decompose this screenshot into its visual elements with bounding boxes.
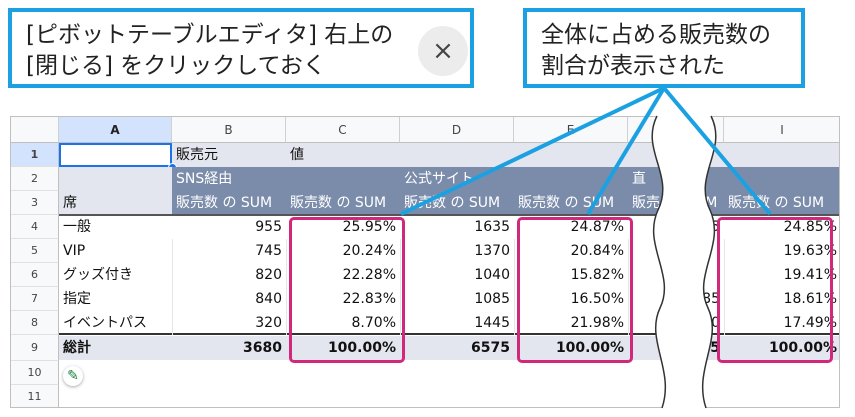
spreadsheet-grid: A B C D E I 1 2 3 4 5 6 7 8 9 10 11 販売元 … bbox=[10, 116, 840, 408]
value-header: 販売数 の SUM bbox=[404, 195, 501, 211]
instruction-callout-close-editor: [ピボットテーブルエディタ] 右上の [閉じる] をクリックしておく × bbox=[8, 8, 474, 88]
value-cell[interactable]: 320 bbox=[172, 311, 286, 335]
result-callout: 全体に占める販売数の 割合が表示された bbox=[523, 8, 805, 88]
pivot-values-label: 値 bbox=[290, 147, 304, 163]
value-cell[interactable]: 840 bbox=[172, 287, 286, 311]
group-header: SNS経由 bbox=[176, 171, 233, 187]
value-header: 販売 bbox=[632, 195, 660, 211]
total-label: 総計 bbox=[63, 340, 91, 356]
value-header: 販売数 の SUM bbox=[728, 195, 825, 211]
row-label-cell[interactable]: 指定 bbox=[59, 287, 172, 311]
column-header-c[interactable]: C bbox=[286, 117, 400, 143]
value-header: UM bbox=[695, 195, 718, 211]
select-all-corner[interactable] bbox=[11, 117, 59, 143]
column-header-b[interactable]: B bbox=[172, 117, 286, 143]
column-header-d[interactable]: D bbox=[400, 117, 514, 143]
value-cell[interactable]: 745 bbox=[172, 239, 286, 263]
value-cell[interactable]: 820 bbox=[172, 263, 286, 287]
row-header[interactable]: 1 bbox=[11, 143, 59, 167]
row-header[interactable]: 10 bbox=[11, 361, 59, 385]
row-label-cell[interactable]: イベントパス bbox=[59, 311, 172, 335]
pencil-icon: ✎ bbox=[67, 368, 79, 384]
value-cell[interactable]: 1040 bbox=[400, 263, 514, 287]
value-cell[interactable]: 955 bbox=[172, 215, 286, 239]
callout-line: 全体に占める販売数の bbox=[541, 22, 771, 48]
group-header: 直 bbox=[632, 171, 646, 187]
row-header[interactable]: 8 bbox=[11, 311, 59, 335]
value-header: 販売数 の SUM bbox=[176, 195, 273, 211]
pivot-column-label: 販売元 bbox=[176, 147, 218, 163]
value-cell[interactable]: 1370 bbox=[400, 239, 514, 263]
row-header[interactable]: 7 bbox=[11, 287, 59, 311]
total-value: 6575 bbox=[471, 340, 510, 356]
value-cell[interactable]: 1445 bbox=[400, 311, 514, 335]
row-header[interactable]: 9 bbox=[11, 335, 59, 361]
row-label-cell[interactable]: グッズ付き bbox=[59, 263, 172, 287]
row-header[interactable]: 5 bbox=[11, 239, 59, 263]
value-cell[interactable]: 1635 bbox=[400, 215, 514, 239]
highlight-box-c bbox=[289, 217, 405, 363]
row-label-cell[interactable]: 一般 bbox=[59, 215, 172, 239]
callout-line: [ピボットテーブルエディタ] 右上の bbox=[26, 22, 394, 48]
highlight-box-i bbox=[717, 217, 833, 363]
row-header[interactable]: 3 bbox=[11, 191, 59, 215]
column-header-i[interactable]: I bbox=[724, 117, 839, 143]
value-header: 販売数 の SUM bbox=[518, 195, 615, 211]
group-header: 公式サイト bbox=[404, 171, 474, 187]
highlight-box-e bbox=[517, 217, 633, 363]
callout-line: [閉じる] をクリックしておく bbox=[26, 53, 326, 79]
row-field-label: 席 bbox=[63, 195, 77, 211]
value-header: 販売数 の SUM bbox=[290, 195, 387, 211]
column-header-h[interactable] bbox=[628, 117, 724, 143]
pivot-edit-button[interactable]: ✎ bbox=[63, 366, 83, 386]
selected-cell-a1[interactable] bbox=[59, 143, 172, 167]
row-header[interactable]: 2 bbox=[11, 167, 59, 191]
column-header-e[interactable]: E bbox=[514, 117, 628, 143]
total-value: 3680 bbox=[243, 340, 282, 356]
row-header[interactable]: 6 bbox=[11, 263, 59, 287]
close-icon: × bbox=[432, 36, 454, 66]
callout-line: 割合が表示された bbox=[541, 53, 725, 79]
row-header[interactable]: 4 bbox=[11, 215, 59, 239]
row-header[interactable]: 11 bbox=[11, 385, 59, 407]
close-button[interactable]: × bbox=[418, 26, 468, 76]
value-cell[interactable]: 1085 bbox=[400, 287, 514, 311]
column-header-a[interactable]: A bbox=[59, 117, 172, 143]
row-label-cell[interactable]: VIP bbox=[59, 239, 172, 263]
